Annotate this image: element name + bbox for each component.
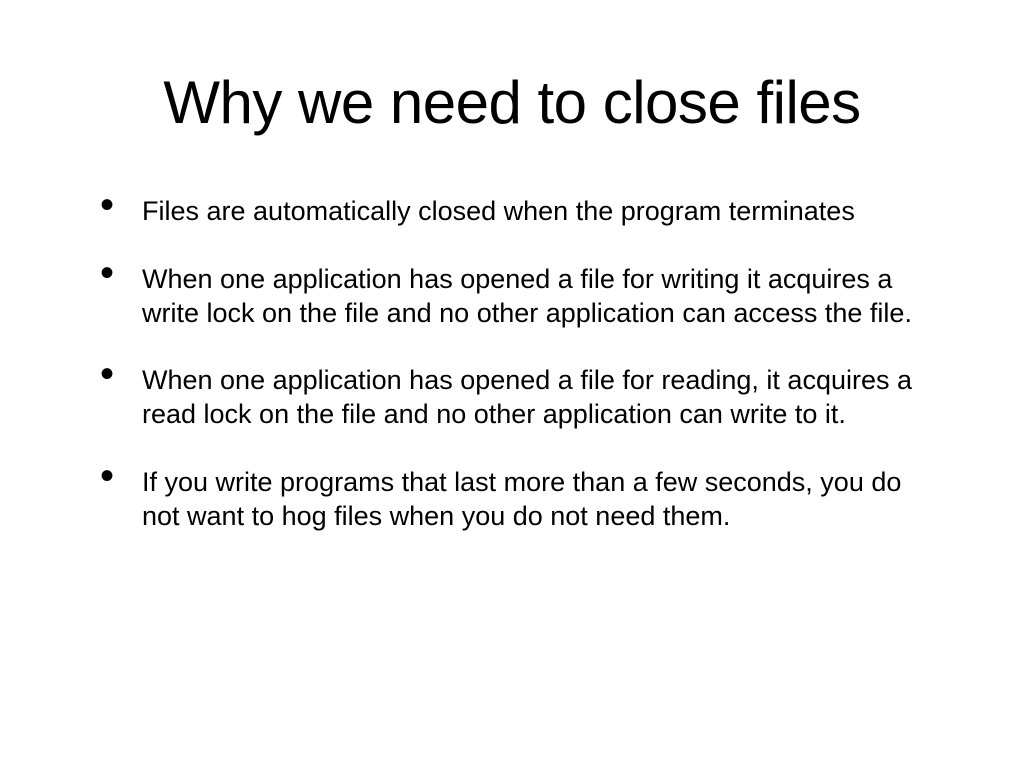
bullet-item: If you write programs that last more tha… bbox=[100, 466, 944, 534]
bullet-item: When one application has opened a file f… bbox=[100, 263, 944, 331]
bullet-item: When one application has opened a file f… bbox=[100, 364, 944, 432]
bullet-item: Files are automatically closed when the … bbox=[100, 195, 944, 229]
bullet-list: Files are automatically closed when the … bbox=[80, 195, 944, 533]
slide-title: Why we need to close files bbox=[80, 68, 944, 137]
